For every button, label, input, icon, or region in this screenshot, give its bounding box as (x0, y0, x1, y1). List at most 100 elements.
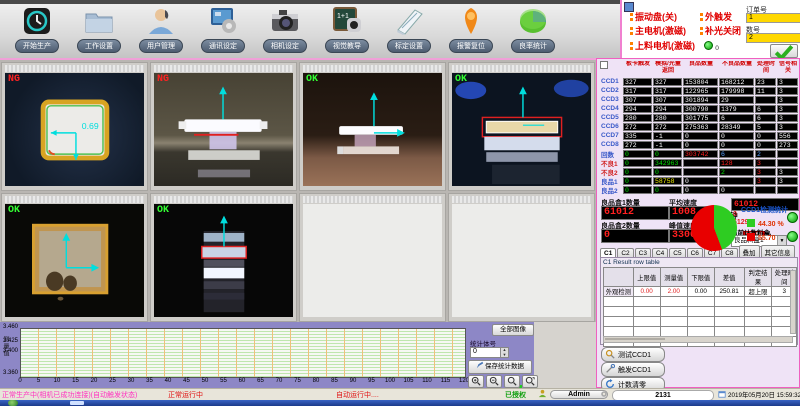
pie-icon (517, 6, 549, 38)
camera-view-8[interactable] (448, 193, 595, 322)
indicator-dots-icon (630, 27, 633, 35)
stats-cell: 317 (653, 87, 682, 95)
stats-cell: 342963 (653, 159, 682, 167)
inspection-result-label: OK (8, 205, 20, 216)
confirm-button[interactable] (770, 44, 798, 58)
zoom-fit-icon[interactable] (504, 375, 520, 388)
stats-row: CCD8272-1000273 (599, 140, 799, 149)
stats-row: CCD3307307301894293 (599, 95, 799, 104)
toolbar-button-用户管理[interactable]: 用户管理 (130, 6, 192, 56)
horizontal-scrollbar[interactable] (603, 336, 793, 343)
stats-cell: -1 (653, 141, 682, 149)
vibration-plate-status: 振动盘(关) (630, 10, 677, 23)
stats-col-header: 处理时间 (755, 61, 777, 75)
datetime-text: 2019年05月20日 15:59:32 (728, 390, 800, 399)
camera-view-7[interactable] (299, 193, 446, 322)
zoom-toolbar (468, 375, 538, 388)
stats-cell (719, 177, 754, 185)
camera-view-5[interactable]: OK (1, 193, 148, 322)
stat-number-spinner[interactable]: 0 (470, 347, 502, 358)
x-tick-label: 105 (402, 378, 416, 384)
stats-cell: 272 (623, 123, 652, 131)
camera-icon (269, 6, 301, 38)
calendar-icon (718, 390, 726, 400)
camera-view-4[interactable]: OK (448, 62, 595, 191)
stats-cell: 128 (719, 159, 754, 167)
y-tick-label: 3.360 (0, 370, 18, 376)
good-box1-count: 61012 (601, 206, 669, 220)
stats-row-label: CCD5 (599, 114, 623, 121)
stats-table: CCD1327327153804168212233CCD231731712296… (599, 77, 799, 194)
stats-cell: 3 (777, 123, 798, 131)
camera-grid: 0.69 NG NG (0, 58, 596, 322)
order-number-field[interactable]: 1 (746, 13, 800, 23)
result-empty-row (604, 297, 797, 307)
stats-cell: 168212 (719, 78, 754, 86)
bad-swatch-icon (747, 233, 755, 241)
stats-cell: 6 (755, 114, 776, 122)
stats-cell (777, 150, 798, 158)
stats-cell: 6 (755, 105, 776, 113)
stats-cell: 0 (623, 150, 652, 158)
table-checkbox[interactable] (600, 61, 608, 69)
user-icon (538, 389, 547, 400)
x-tick-label: 55 (217, 378, 231, 384)
stats-cell: 1379 (719, 105, 754, 113)
windows-taskbar[interactable] (0, 400, 800, 406)
gear-icon[interactable] (600, 390, 608, 400)
camera-view-6[interactable]: OK (150, 193, 297, 322)
toolbar-button-工作设置[interactable]: 工作设置 (68, 6, 130, 56)
result-cell: 2.00 (660, 287, 687, 297)
x-tick-label: 85 (328, 378, 342, 384)
stats-cell: 3 (755, 159, 776, 167)
all-images-button[interactable]: 全部图像 (492, 324, 534, 336)
stats-cell: 3 (755, 168, 776, 176)
x-tick-label: 75 (291, 378, 305, 384)
stats-cell (755, 96, 776, 104)
stats-cell: 122965 (683, 87, 718, 95)
stats-cell: 29 (719, 96, 754, 104)
x-tick-label: 15 (69, 378, 83, 384)
pie-legend-bad: 55.70 (747, 233, 776, 242)
stats-row-label: CCD3 (599, 96, 623, 103)
taskbar-app-button[interactable] (70, 401, 84, 405)
spinner-arrows[interactable]: ▲▼ (500, 347, 509, 358)
toolbar-button-通讯设定[interactable]: 通讯设定 (192, 6, 254, 56)
stats-cell: 0 (755, 132, 776, 140)
start-button-icon[interactable] (8, 400, 18, 406)
vertical-scrollbar[interactable] (790, 270, 796, 334)
result-col-header (604, 268, 634, 287)
good-box2-count: 0 (601, 229, 669, 243)
action-button-column: 测试CCD1触发CCD1计数清零 (597, 347, 677, 389)
save-statistics-button[interactable]: 保存统计数据 (468, 360, 532, 374)
toolbar-button-良率统计[interactable]: 良率统计 (502, 6, 564, 56)
toolbar-button-视觉教导[interactable]: 1+1视觉教导 (316, 6, 378, 56)
button-触发CCD1[interactable]: 触发CCD1 (601, 362, 665, 377)
result-row: 外观检测0.002.000.00250.81超上限3 (604, 287, 797, 297)
toolbar-button-标定设置[interactable]: 标定设置 (378, 6, 440, 56)
toolbar-button-开始生产[interactable]: 开始生产 (6, 6, 68, 56)
toolbar-button-报警复位[interactable]: 报警复位 (440, 6, 502, 56)
zoom-out-icon[interactable] (486, 375, 502, 388)
stats-cell: 0 (623, 159, 652, 167)
main-toolbar: 开始生产工作设置用户管理通讯设定相机设定1+1视觉教导标定设置报警复位良率统计 (0, 4, 620, 58)
stats-cell: 58758 (653, 177, 682, 185)
toolbar-button-label: 开始生产 (15, 39, 59, 53)
zoom-in-icon[interactable] (468, 375, 484, 388)
quantity-field[interactable]: 2 (746, 33, 800, 43)
stats-cell: 307 (623, 96, 652, 104)
stats-cell: 28349 (719, 123, 754, 131)
stats-row: 不良103429631283 (599, 158, 799, 167)
stats-cell: 153804 (683, 78, 718, 86)
stats-row: CCD7335-1000556 (599, 131, 799, 140)
button-测试CCD1[interactable]: 测试CCD1 (601, 347, 665, 362)
stats-cell: 0 (719, 141, 754, 149)
camera-view-3[interactable]: OK (299, 62, 446, 191)
x-tick-label: 65 (254, 378, 268, 384)
stats-cell: 0 (623, 177, 652, 185)
toolbar-button-相机设定[interactable]: 相机设定 (254, 6, 316, 56)
camera-view-2[interactable]: NG (150, 62, 297, 191)
stats-cell (777, 186, 798, 194)
zoom-select-icon[interactable] (522, 375, 538, 388)
camera-view-1[interactable]: 0.69 NG (1, 62, 148, 191)
